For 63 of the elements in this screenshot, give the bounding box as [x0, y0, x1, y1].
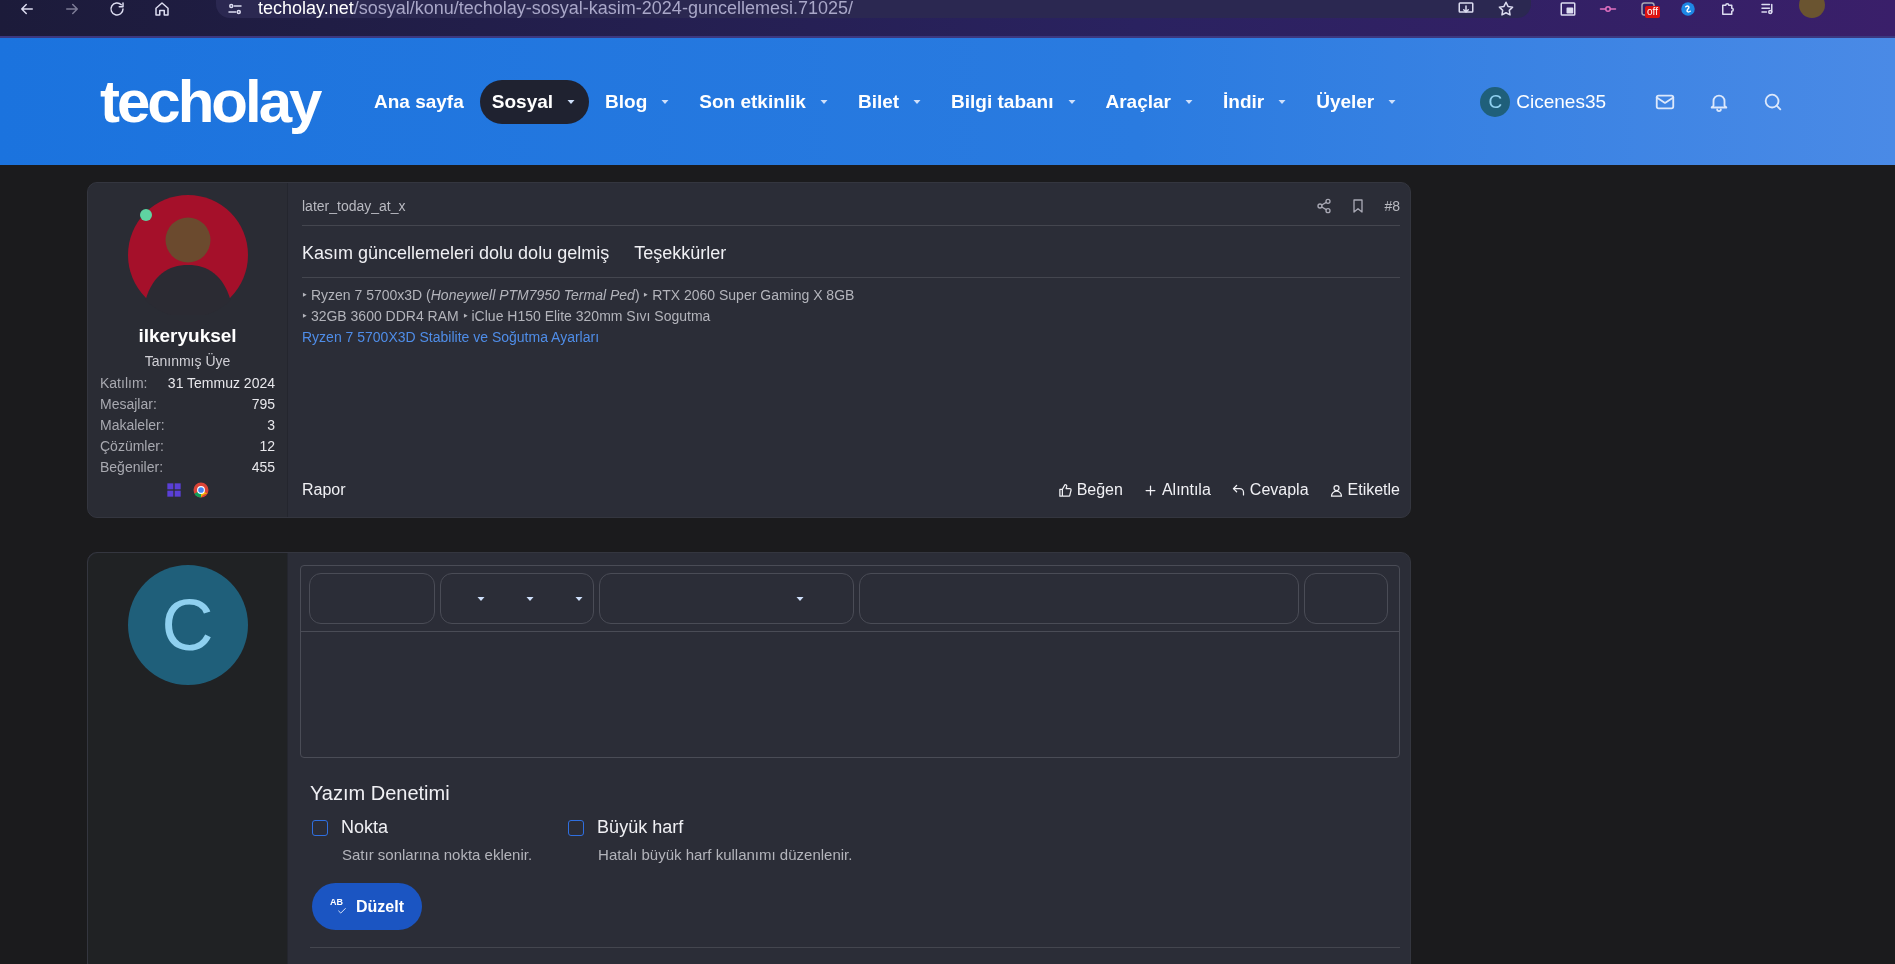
- home-icon[interactable]: [153, 0, 171, 18]
- checkbox[interactable]: [312, 819, 328, 836]
- url-text: techolay.net/sosyal/konu/techolay-sosyal-kasim-2024-guncellemesi.71025/: [258, 0, 854, 18]
- address-bar[interactable]: techolay.net/sosyal/konu/techolay-sosyal-kasim-2024-guncellemesi.71025/: [216, 0, 1531, 18]
- extension-icon[interactable]: [1679, 0, 1697, 18]
- chrome-icon: [191, 481, 210, 499]
- stat-value: 12: [259, 437, 275, 456]
- nav-tab[interactable]: Ana sayfa: [362, 79, 476, 124]
- report-link[interactable]: Rapor: [302, 481, 346, 499]
- signature-link[interactable]: Ryzen 7 5700X3D Stabilite ve Soğutma Ayarları: [302, 327, 1400, 348]
- username: Cicenes35: [1516, 90, 1607, 113]
- extension-badge: off: [1645, 6, 1660, 18]
- site-logo[interactable]: techolay: [100, 71, 362, 132]
- nav-tab[interactable]: Araçlar: [1093, 79, 1207, 124]
- spellcheck-icon: AB: [330, 897, 350, 916]
- windows-icon: [165, 482, 182, 498]
- action-link[interactable]: Beğen: [1057, 481, 1123, 499]
- post-number-link[interactable]: #8: [1384, 198, 1400, 214]
- reply-icon: [1230, 482, 1246, 498]
- stat-label: Katılım:: [100, 374, 148, 393]
- puzzle-icon[interactable]: [1719, 0, 1737, 18]
- nav-tab[interactable]: Üyeler: [1304, 79, 1411, 124]
- section-title: Yazım Denetimi: [310, 782, 450, 805]
- nav-tab[interactable]: İndir: [1211, 79, 1301, 124]
- stat-value: 455: [251, 458, 275, 477]
- nav-tab[interactable]: Son etkinlik: [687, 79, 842, 124]
- option-hint: Hatalı büyük harf kullanımı düzenlenir.: [598, 846, 853, 863]
- star-icon[interactable]: [1497, 0, 1515, 18]
- person-icon: [1328, 482, 1344, 498]
- stat-label: Makaleler:: [100, 416, 165, 435]
- action-link[interactable]: Etiketle: [1328, 481, 1400, 499]
- reload-icon[interactable]: [108, 0, 126, 18]
- username[interactable]: ilkeryuksel: [138, 325, 237, 347]
- thumbs-up-icon: [1057, 482, 1073, 498]
- action-link[interactable]: Alıntıla: [1142, 481, 1211, 499]
- nav-tab[interactable]: Bilgi tabanı: [939, 79, 1090, 124]
- option-hint: Satır sonlarına nokta eklenir.: [342, 846, 533, 863]
- post-meta: later_today_at_x: [302, 198, 406, 214]
- signature-text: ‣ Ryzen 7 5700x3D (Honeywell PTM7950 Termal Ped) ‣ RTX 2060 Super Gaming X 8GB: [302, 286, 856, 305]
- avatar-initial: C: [127, 565, 248, 685]
- stat-value: 3: [267, 416, 275, 435]
- signature-text: ‣ 32GB 3600 DDR4 RAM ‣ iClue H150 Elite 320mm Sıvı Sogutma: [302, 307, 712, 326]
- stat-label: Çözümler:: [100, 437, 164, 456]
- share-icon[interactable]: [1316, 198, 1333, 214]
- account-link[interactable]: C Cicenes35: [1480, 86, 1607, 117]
- user-title: Tanınmış Üye: [144, 353, 231, 369]
- picture-in-picture-icon[interactable]: [1559, 0, 1577, 18]
- stat-value: 795: [251, 395, 275, 414]
- stat-value: 31 Temmuz 2024: [167, 374, 275, 393]
- option-label[interactable]: Büyük harf: [597, 817, 684, 838]
- post-text: Teşekkürler: [634, 243, 727, 264]
- stat-label: Beğeniler:: [100, 458, 164, 477]
- option-label[interactable]: Nokta: [341, 817, 389, 838]
- post-text: Kasım güncellemeleri dolu dolu gelmiş: [302, 243, 610, 264]
- checkbox[interactable]: [568, 819, 585, 836]
- nav-tab[interactable]: Bilet: [845, 79, 936, 124]
- plus-icon: [1142, 482, 1158, 498]
- nav-tab[interactable]: Blog: [593, 79, 684, 124]
- nav-tab[interactable]: Sosyal: [479, 79, 590, 124]
- fix-button[interactable]: AB Düzelt: [312, 883, 422, 930]
- action-link[interactable]: Cevapla: [1230, 481, 1309, 499]
- stat-label: Mesajlar:: [100, 395, 157, 414]
- avatar-initial: C: [1480, 86, 1511, 117]
